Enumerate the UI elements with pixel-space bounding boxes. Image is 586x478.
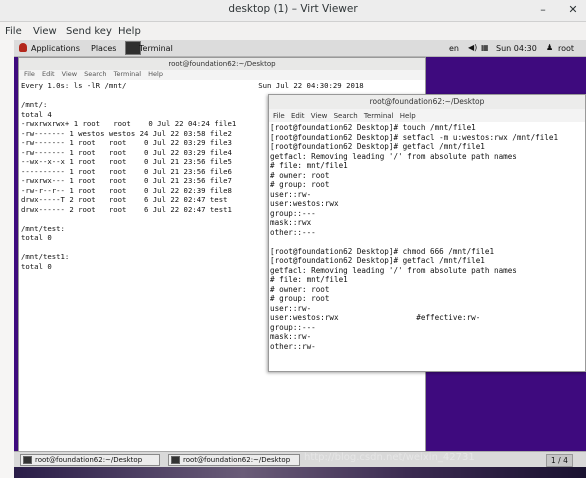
input-language[interactable]: en <box>449 44 459 53</box>
term-menu-search[interactable]: Search <box>84 70 106 78</box>
taskbar-item-terminal-2[interactable]: root@foundation62:~/Desktop <box>168 454 300 466</box>
term-menu-help[interactable]: Help <box>400 112 416 120</box>
workspace-switcher[interactable]: 1 / 4 <box>546 454 573 467</box>
minimize-icon[interactable]: – <box>536 3 550 16</box>
menu-file[interactable]: File <box>5 26 22 37</box>
window-title: desktop (1) – Virt Viewer <box>228 3 358 15</box>
terminal-title: root@foundation62:~/Desktop <box>19 58 425 70</box>
gnome-top-bar: Applications Places Terminal en ◀) ▦ Sun… <box>14 40 586 57</box>
window-list-panel: root@foundation62:~/Desktop root@foundat… <box>14 451 586 467</box>
taskbar-item-terminal-1[interactable]: root@foundation62:~/Desktop <box>20 454 160 466</box>
term-menu-edit[interactable]: Edit <box>42 70 55 78</box>
desktop-background-strip <box>14 467 586 478</box>
menu-view[interactable]: View <box>33 26 57 37</box>
taskbar-item-label: root@foundation62:~/Desktop <box>35 456 143 464</box>
network-icon[interactable]: ▦ <box>481 43 489 52</box>
term-menu-search[interactable]: Search <box>334 112 358 120</box>
close-icon[interactable]: ✕ <box>566 3 580 16</box>
terminal-icon <box>171 456 180 464</box>
term-menu-file[interactable]: File <box>273 112 285 120</box>
guest-display[interactable]: Applications Places Terminal en ◀) ▦ Sun… <box>14 40 586 478</box>
term-menu-terminal[interactable]: Terminal <box>364 112 394 120</box>
menubar: File View Send key Help <box>0 22 586 40</box>
clock[interactable]: Sun 04:30 <box>496 44 537 53</box>
user-name[interactable]: root <box>558 44 574 53</box>
terminal-app-label[interactable]: Terminal <box>139 44 173 53</box>
terminal-title: root@foundation62:~/Desktop <box>269 95 585 109</box>
applications-menu[interactable]: Applications <box>31 44 80 53</box>
terminal-menubar: File Edit View Search Terminal Help <box>19 70 425 80</box>
window-titlebar[interactable]: desktop (1) – Virt Viewer – ✕ <box>0 0 586 22</box>
user-icon[interactable]: ♟ <box>546 43 553 52</box>
menu-help[interactable]: Help <box>118 26 141 37</box>
terminal-window-acl[interactable]: root@foundation62:~/Desktop File Edit Vi… <box>268 94 586 372</box>
taskbar-item-label: root@foundation62:~/Desktop <box>183 456 291 464</box>
term-menu-view[interactable]: View <box>311 112 328 120</box>
term-menu-help[interactable]: Help <box>148 70 163 78</box>
terminal-icon <box>23 456 32 464</box>
redhat-logo-icon <box>19 43 27 52</box>
term-menu-edit[interactable]: Edit <box>291 112 305 120</box>
places-menu[interactable]: Places <box>91 44 116 53</box>
menu-send-key[interactable]: Send key <box>66 26 112 37</box>
term-menu-file[interactable]: File <box>24 70 35 78</box>
term-menu-terminal[interactable]: Terminal <box>114 70 141 78</box>
watermark: http://blog.csdn.net/weixin_42731 <box>304 452 475 463</box>
volume-icon[interactable]: ◀) <box>468 43 477 52</box>
terminal-output[interactable]: [root@foundation62 Desktop]# touch /mnt/… <box>269 122 585 352</box>
term-menu-view[interactable]: View <box>62 70 77 78</box>
terminal-menubar: File Edit View Search Terminal Help <box>269 109 585 122</box>
